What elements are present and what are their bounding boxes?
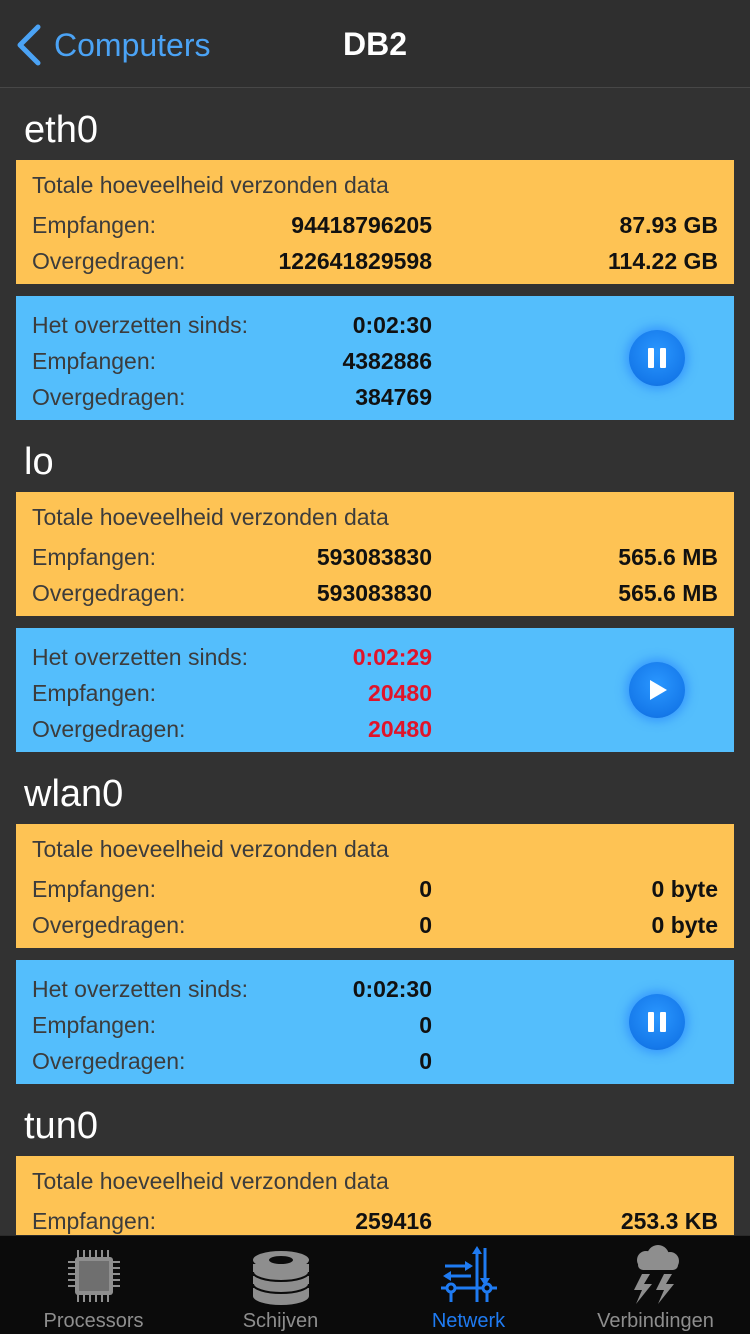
since-row: Het overzetten sinds: 0:02:30 xyxy=(32,968,718,1004)
since-label: Het overzetten sinds: xyxy=(32,976,249,1002)
tab-label: Processors xyxy=(43,1310,144,1332)
tab-bar: Processors Schijven Netwerk Verbindingen xyxy=(0,1235,750,1334)
tab-verbindingen[interactable]: Verbindingen xyxy=(562,1236,749,1334)
since-row: Het overzetten sinds: 0:02:30 xyxy=(32,304,718,340)
session-received-row: Empfangen: 4382886 xyxy=(32,340,718,376)
transferred-label: Overgedragen: xyxy=(32,1048,186,1074)
received-size: 565.6 MB xyxy=(618,544,718,570)
since-value: 0:02:29 xyxy=(352,644,432,670)
disk-stack-icon xyxy=(251,1251,310,1305)
session-card: Het overzetten sinds: 0:02:29 Empfangen:… xyxy=(16,628,734,752)
received-bytes: 0 xyxy=(419,876,432,902)
session-card: Het overzetten sinds: 0:02:30 Empfangen:… xyxy=(16,960,734,1084)
navigation-bar: Computers DB2 xyxy=(0,0,750,88)
session-received-bytes: 0 xyxy=(419,1012,432,1038)
since-value: 0:02:30 xyxy=(352,976,432,1002)
transferred-bytes: 122641829598 xyxy=(278,248,433,274)
received-label: Empfangen: xyxy=(32,544,157,570)
play-button[interactable] xyxy=(629,662,685,718)
since-label: Het overzetten sinds: xyxy=(32,312,249,338)
since-value: 0:02:30 xyxy=(352,312,432,338)
session-transferred-row: Overgedragen: 20480 xyxy=(32,708,718,744)
received-size: 87.93 GB xyxy=(619,212,718,238)
transferred-size: 0 byte xyxy=(651,912,718,938)
transferred-label: Overgedragen: xyxy=(32,912,186,938)
session-transferred-bytes: 20480 xyxy=(368,716,432,742)
transferred-label: Overgedragen: xyxy=(32,248,186,274)
since-label: Het overzetten sinds: xyxy=(32,644,249,670)
interface-name: tun0 xyxy=(24,1105,98,1147)
tab-label: Netwerk xyxy=(431,1310,506,1332)
session-received-row: Empfangen: 0 xyxy=(32,1004,718,1040)
network-icon xyxy=(440,1246,497,1302)
received-row: Empfangen: 94418796205 87.93 GB xyxy=(32,204,718,240)
transferred-row: Overgedragen: 122641829598 114.22 GB xyxy=(32,240,718,276)
transferred-label: Overgedragen: xyxy=(32,384,186,410)
total-heading: Totale hoeveelheid verzonden data xyxy=(32,504,389,530)
pause-button[interactable] xyxy=(629,330,685,386)
play-icon xyxy=(650,680,667,700)
received-row: Empfangen: 0 0 byte xyxy=(32,868,718,904)
interface-name: lo xyxy=(24,441,54,483)
transferred-row: Overgedragen: 0 0 byte xyxy=(32,904,718,940)
session-transferred-row: Overgedragen: 0 xyxy=(32,1040,718,1076)
chip-icon xyxy=(67,1250,120,1302)
total-heading: Totale hoeveelheid verzonden data xyxy=(32,1168,389,1194)
received-size: 0 byte xyxy=(651,876,718,902)
session-received-bytes: 20480 xyxy=(368,680,432,706)
total-heading: Totale hoeveelheid verzonden data xyxy=(32,836,389,862)
tab-label: Verbindingen xyxy=(597,1310,714,1332)
received-bytes: 94418796205 xyxy=(291,212,432,238)
total-heading: Totale hoeveelheid verzonden data xyxy=(32,172,389,198)
received-row: Empfangen: 593083830 565.6 MB xyxy=(32,536,718,572)
received-label: Empfangen: xyxy=(32,1012,157,1038)
received-bytes: 259416 xyxy=(355,1208,432,1234)
storm-cloud-icon xyxy=(633,1245,679,1304)
received-label: Empfangen: xyxy=(32,680,157,706)
session-received-row: Empfangen: 20480 xyxy=(32,672,718,708)
total-data-card: Totale hoeveelheid verzonden data Empfan… xyxy=(16,824,734,948)
transferred-size: 114.22 GB xyxy=(608,248,718,274)
page-title: DB2 xyxy=(342,26,407,62)
received-label: Empfangen: xyxy=(32,348,157,374)
session-transferred-row: Overgedragen: 384769 xyxy=(32,376,718,412)
session-transferred-bytes: 0 xyxy=(419,1048,432,1074)
received-bytes: 593083830 xyxy=(316,544,432,570)
tab-processors[interactable]: Processors xyxy=(0,1236,187,1334)
session-card: Het overzetten sinds: 0:02:30 Empfangen:… xyxy=(16,296,734,420)
tab-label: Schijven xyxy=(242,1310,319,1332)
pause-icon xyxy=(648,348,666,368)
received-label: Empfangen: xyxy=(32,876,157,902)
received-label: Empfangen: xyxy=(32,212,157,238)
transferred-bytes: 593083830 xyxy=(316,580,432,606)
pause-button[interactable] xyxy=(629,994,685,1050)
interface-list[interactable]: eth0 Totale hoeveelheid verzonden data E… xyxy=(0,89,750,1235)
interface-name: wlan0 xyxy=(24,773,124,815)
session-received-bytes: 4382886 xyxy=(342,348,432,374)
since-row: Het overzetten sinds: 0:02:29 xyxy=(32,636,718,672)
pause-icon xyxy=(648,1012,666,1032)
transferred-bytes: 0 xyxy=(419,912,432,938)
tab-netwerk[interactable]: Netwerk xyxy=(375,1236,562,1334)
interface-name: eth0 xyxy=(24,109,98,151)
total-data-card: Totale hoeveelheid verzonden data Empfan… xyxy=(16,1156,734,1235)
transferred-label: Overgedragen: xyxy=(32,716,186,742)
received-label: Empfangen: xyxy=(32,1208,157,1234)
transferred-size: 565.6 MB xyxy=(618,580,718,606)
transferred-label: Overgedragen: xyxy=(32,580,186,606)
received-size: 253.3 KB xyxy=(620,1208,718,1234)
total-data-card: Totale hoeveelheid verzonden data Empfan… xyxy=(16,160,734,284)
session-transferred-bytes: 384769 xyxy=(355,384,432,410)
total-data-card: Totale hoeveelheid verzonden data Empfan… xyxy=(16,492,734,616)
received-row: Empfangen: 259416 253.3 KB xyxy=(32,1200,718,1235)
transferred-row: Overgedragen: 593083830 565.6 MB xyxy=(32,572,718,608)
tab-schijven[interactable]: Schijven xyxy=(187,1236,374,1334)
